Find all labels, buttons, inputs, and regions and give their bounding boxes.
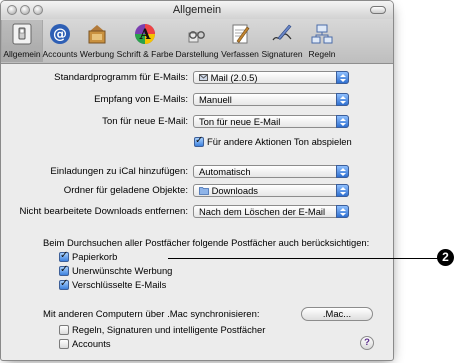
toolbar-toggle-icon[interactable] [370,6,386,14]
downloads-folder-label: Ordner für geladene Objekte: [63,185,188,196]
svg-text:@: @ [53,27,67,43]
tab-label: Signaturen [261,49,303,59]
tab-allgemein[interactable]: Allgemein [1,20,43,62]
callout-number-badge: 2 [437,249,454,266]
popup-arrows-icon [336,184,349,197]
remove-downloads-label: Nicht bearbeitete Downloads entfernen: [19,206,188,217]
tab-label: Allgemein [3,49,41,59]
tab-signaturen[interactable]: Signaturen [261,20,303,62]
tab-label: Werbung [79,49,115,59]
check-mail-label: Empfang von E-Mails: [94,94,188,105]
tab-regeln[interactable]: Regeln [304,20,340,62]
default-mail-popup[interactable]: Mail (2.0.5) [193,71,349,84]
ical-value: Automatisch [199,166,251,177]
popup-arrows-icon [336,115,349,128]
viewing-icon [188,31,205,43]
preferences-toolbar: Allgemein @ Accounts Werbung A Schrift &… [1,19,393,64]
tab-verfassen[interactable]: Verfassen [220,20,260,62]
other-actions-sound-checkbox[interactable] [194,135,204,147]
tab-label: Darstellung [175,49,219,59]
sync-option-label: Accounts [72,338,111,349]
search-option-label: Unerwünschte Werbung [72,265,173,276]
tab-label: Verfassen [221,49,259,59]
popup-arrows-icon [336,93,349,106]
search-verschluesselt-checkbox[interactable] [59,278,69,290]
sync-rules-checkbox[interactable] [59,325,69,335]
default-mail-label: Standardprogramm für E-Mails: [54,72,188,83]
folder-icon [199,187,209,195]
tab-label: Schrift & Farbe [116,49,174,59]
general-switch-icon [12,23,32,45]
rules-icon [311,24,333,44]
callout-line [168,258,438,259]
ical-label: Einladungen zu iCal hinzufügen: [50,166,188,177]
remove-downloads-popup[interactable]: Nach dem Löschen der E-Mail [193,205,349,218]
search-option-label: Verschlüsselte E-Mails [72,279,167,290]
preferences-window: Allgemein Allgemein @ Accounts Werbung A… [0,0,394,361]
svg-text:A: A [139,27,152,43]
check-mail-popup[interactable]: Manuell [193,93,349,106]
default-mail-text: Mail (2.0.5) [210,72,258,83]
tab-darstellung[interactable]: Darstellung [175,20,219,62]
junk-mail-icon [88,25,106,44]
downloads-folder-popup[interactable]: Downloads [193,184,349,197]
popup-arrows-icon [336,205,349,218]
fonts-colors-icon: A [135,24,155,44]
window-title: Allgemein [172,4,222,16]
ical-popup[interactable]: Automatisch [193,165,349,178]
check-mail-value: Manuell [199,94,232,105]
remove-downloads-value: Nach dem Löschen der E-Mail [199,206,326,217]
tab-schrift-farbe[interactable]: A Schrift & Farbe [116,20,174,62]
search-heading: Beim Durchsuchen aller Postfächer folgen… [43,237,370,248]
sync-label: Mit anderen Computern über .Mac synchron… [43,309,260,320]
title-bar[interactable]: Allgemein [1,1,393,19]
tab-werbung[interactable]: Werbung [79,20,115,62]
tab-accounts[interactable]: @ Accounts [42,20,78,62]
popup-arrows-icon [336,71,349,84]
composing-icon [232,24,250,44]
at-sign-icon: @ [50,24,70,44]
help-button[interactable]: ? [360,336,374,350]
mail-app-icon [199,74,208,81]
search-werbung-checkbox[interactable] [59,264,69,276]
search-option-label: Papierkorb [72,251,118,262]
popup-arrows-icon [336,165,349,178]
tab-label: Accounts [42,49,78,59]
downloads-folder-text: Downloads [211,185,258,196]
sync-option-label: Regeln, Signaturen und intelligente Post… [72,324,266,335]
default-mail-value: Mail (2.0.5) [199,72,258,84]
tab-label: Regeln [308,49,336,59]
sync-accounts-checkbox[interactable] [59,339,69,349]
other-actions-sound-label: Für andere Aktionen Ton abspielen [207,136,352,147]
new-mail-sound-popup[interactable]: Ton für neue E-Mail [193,115,349,128]
signature-icon [272,24,292,41]
search-papierkorb-checkbox[interactable] [59,250,69,262]
new-mail-sound-value: Ton für neue E-Mail [199,116,281,127]
mac-button[interactable]: .Mac... [301,307,373,321]
new-mail-sound-label: Ton für neue E-Mail: [102,116,188,127]
downloads-folder-value: Downloads [199,185,258,197]
